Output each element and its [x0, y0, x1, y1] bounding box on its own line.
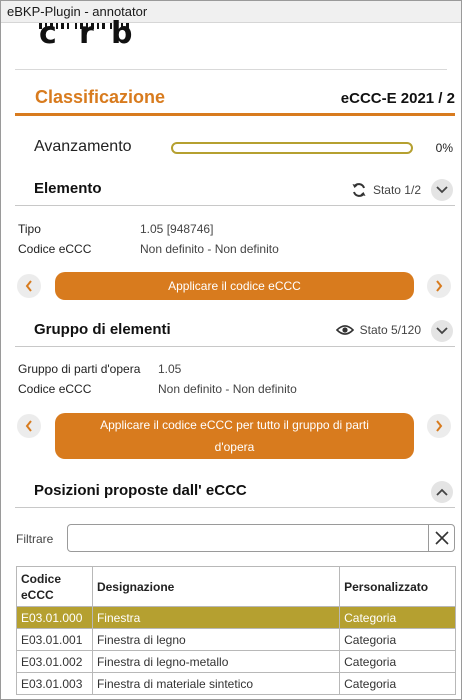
table-row[interactable]: E03.01.003 Finestra di materiale sinteti… — [16, 672, 456, 695]
logo-bars — [39, 23, 129, 29]
chevron-right-icon — [436, 420, 443, 432]
row-custom: Categoria — [339, 672, 456, 695]
column-header-code-line2: eCCC — [21, 587, 54, 602]
element-section-title: Elemento — [34, 180, 102, 197]
element-code-key: Codice eCCC — [18, 242, 92, 256]
column-header-code[interactable]: Codice eCCC — [16, 566, 93, 607]
group-next-button[interactable] — [427, 414, 451, 438]
sync-icon — [352, 183, 366, 197]
positions-section-title: Posizioni proposte dall' eCCC — [34, 482, 247, 499]
element-type-value: 1.05 [948746] — [140, 222, 214, 236]
element-code-row: Codice eCCC Non definito - Non definito — [18, 242, 438, 258]
group-code-row: Codice eCCC Non definito - Non definito — [18, 382, 438, 398]
group-parts-row: Gruppo di parti d'opera 1.05 — [18, 362, 438, 378]
group-section-header: Gruppo di elementi Stato 5/120 — [15, 319, 455, 347]
progress-percent: 0% — [435, 141, 453, 155]
row-custom: Categoria — [339, 606, 456, 629]
apply-code-button[interactable]: Applicare il codice eCCC — [55, 272, 414, 300]
row-designation: Finestra di legno — [91, 628, 341, 651]
row-designation: Finestra — [91, 606, 341, 629]
table-header-row: Codice eCCC Designazione Personalizzato — [16, 566, 456, 607]
group-code-key: Codice eCCC — [18, 382, 92, 396]
version-label: eCCC-E 2021 / 2 — [340, 90, 455, 107]
chevron-left-icon — [25, 420, 32, 432]
page-title: Classificazione — [35, 87, 166, 107]
row-code: E03.01.002 — [16, 650, 93, 673]
element-state[interactable]: Stato 1/2 — [351, 182, 421, 198]
progress-label: Avanzamento — [34, 138, 132, 155]
group-state[interactable]: Stato 5/120 — [335, 323, 421, 337]
element-collapse-button[interactable] — [431, 179, 453, 201]
table-row[interactable]: E03.01.002 Finestra di legno-metallo Cat… — [16, 650, 456, 673]
filter-label: Filtrare — [16, 532, 54, 546]
apply-group-code-button[interactable]: Applicare il codice eCCC per tutto il gr… — [55, 413, 414, 459]
row-designation: Finestra di legno-metallo — [91, 650, 341, 673]
window-titlebar: eBKP-Plugin - annotator — [1, 1, 461, 23]
crb-logo: c r b — [39, 19, 159, 53]
row-code: E03.01.003 — [16, 672, 93, 695]
logo-letter-c: c — [39, 16, 57, 51]
group-code-value: Non definito - Non definito — [158, 382, 297, 396]
logo-letter-b: b — [111, 16, 133, 51]
app-window: eBKP-Plugin - annotator c r b Classifica… — [0, 0, 462, 700]
column-header-designation[interactable]: Designazione — [91, 566, 341, 607]
logo-divider — [15, 69, 447, 70]
chevron-right-icon — [436, 280, 443, 292]
chevron-down-icon — [436, 327, 448, 335]
positions-collapse-button[interactable] — [431, 481, 453, 503]
logo-letter-r: r — [79, 16, 94, 51]
group-collapse-button[interactable] — [431, 320, 453, 342]
filter-clear-button[interactable] — [428, 525, 454, 551]
table-row[interactable]: E03.01.000 Finestra Categoria — [16, 606, 456, 629]
group-parts-value: 1.05 — [158, 362, 182, 376]
eye-icon — [335, 325, 354, 335]
element-state-label: Stato 1/2 — [372, 183, 421, 197]
progress-bar — [171, 142, 413, 154]
column-header-code-line1: Codice — [21, 571, 62, 586]
group-state-label: Stato 5/120 — [359, 323, 421, 337]
row-code: E03.01.000 — [16, 606, 93, 629]
group-parts-key: Gruppo di parti d'opera — [18, 362, 141, 376]
positions-table: Codice eCCC Designazione Personalizzato … — [16, 566, 456, 695]
group-section-title: Gruppo di elementi — [34, 321, 171, 338]
element-type-key: Tipo — [18, 222, 41, 236]
apply-group-label-line1: Applicare il codice eCCC per tutto il gr… — [100, 418, 369, 432]
header-underline — [15, 113, 455, 116]
positions-section-header: Posizioni proposte dall' eCCC — [15, 480, 455, 508]
row-designation: Finestra di materiale sintetico — [91, 672, 341, 695]
table-row[interactable]: E03.01.001 Finestra di legno Categoria — [16, 628, 456, 651]
element-section-header: Elemento Stato 1/2 — [15, 178, 455, 206]
element-type-row: Tipo 1.05 [948746] — [18, 222, 438, 238]
column-header-custom[interactable]: Personalizzato — [339, 566, 456, 607]
element-prev-button[interactable] — [17, 274, 41, 298]
apply-group-label-line2: d'opera — [214, 440, 255, 454]
chevron-up-icon — [436, 488, 448, 496]
element-next-button[interactable] — [427, 274, 451, 298]
row-custom: Categoria — [339, 650, 456, 673]
chevron-left-icon — [25, 280, 32, 292]
group-prev-button[interactable] — [17, 414, 41, 438]
row-code: E03.01.001 — [16, 628, 93, 651]
element-code-value: Non definito - Non definito — [140, 242, 279, 256]
row-custom: Categoria — [339, 628, 456, 651]
chevron-down-icon — [436, 186, 448, 194]
filter-input[interactable] — [67, 524, 455, 552]
close-icon — [434, 531, 449, 545]
